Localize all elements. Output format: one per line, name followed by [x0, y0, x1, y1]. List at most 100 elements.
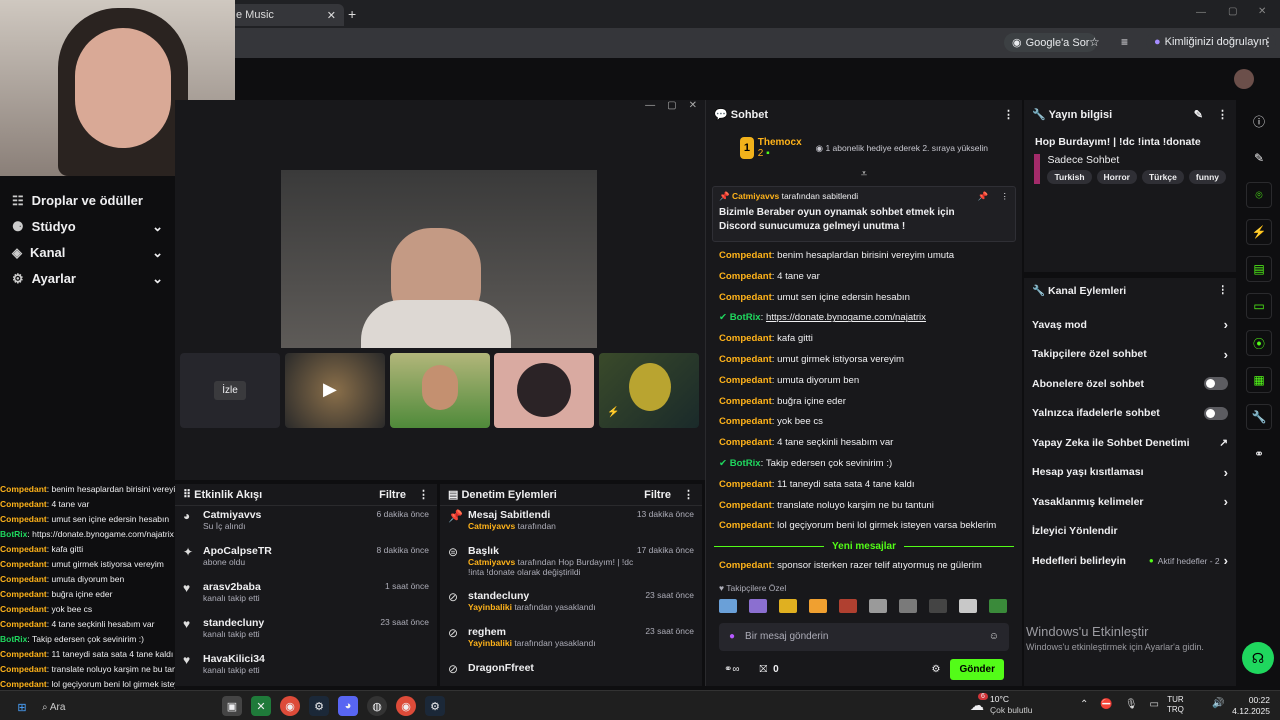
- chat-username[interactable]: BotRix: [730, 458, 761, 469]
- channel-action-item[interactable]: Abonelere özel sohbet: [1024, 369, 1236, 399]
- watch-button[interactable]: İzle: [214, 381, 246, 400]
- activity-menu-icon[interactable]: ⋮: [418, 489, 429, 501]
- chat-username[interactable]: Compedant: [719, 520, 772, 531]
- emote-5[interactable]: [839, 598, 857, 613]
- chat-message[interactable]: ✔ BotRix: https://donate.bynogame.com/na…: [706, 308, 1022, 329]
- thumbnail-guest-3[interactable]: [494, 353, 594, 428]
- mod-action-item[interactable]: ⊘ standecluny Yayinbaliki tarafından yasak…: [440, 587, 702, 623]
- activity-user[interactable]: ApoCalpseTR: [203, 545, 377, 557]
- pen-icon[interactable]: ✎: [1246, 145, 1272, 171]
- stream-tag[interactable]: Horror: [1096, 170, 1137, 184]
- mod-filter-button[interactable]: Filtre: [644, 489, 671, 501]
- nodes-icon[interactable]: ⚭: [1246, 441, 1272, 467]
- activity-item[interactable]: ♥ standecluny kanalı takip etti 23 saat önc…: [175, 614, 437, 650]
- mod-menu-icon[interactable]: ⋮: [683, 489, 694, 501]
- thumbnail-camera-off[interactable]: ▶: [285, 353, 385, 428]
- activity-user[interactable]: standecluny: [203, 617, 380, 629]
- gift-box-icon[interactable]: ⛝: [760, 664, 768, 675]
- layout-icon[interactable]: ▦: [1246, 367, 1272, 393]
- chat-username[interactable]: Compedant: [719, 292, 772, 303]
- emote-2[interactable]: [749, 598, 767, 613]
- chat-username[interactable]: Compedant: [719, 250, 772, 261]
- chat-message[interactable]: Compedant: buğra içine eder: [706, 392, 1022, 413]
- chat-message[interactable]: Compedant: umut girmek istiyorsa vereyim: [706, 350, 1022, 371]
- info-icon[interactable]: ⓘ: [1246, 108, 1272, 134]
- mod-action-item[interactable]: ⊘ reghem Yayinbaliki tarafından yasaklandı…: [440, 623, 702, 659]
- xbox-icon[interactable]: ✕: [251, 696, 271, 716]
- thumbnail-guest-4[interactable]: ⚡: [599, 353, 699, 428]
- bolt-icon[interactable]: ⚡: [1246, 219, 1272, 245]
- steam-2-icon[interactable]: ⚙: [425, 696, 445, 716]
- chat-username[interactable]: Compedant: [719, 500, 772, 511]
- activity-user[interactable]: arasv2baba: [203, 581, 385, 593]
- tray-app-icon[interactable]: ⛔: [1100, 699, 1112, 710]
- channel-action-item[interactable]: Hesap yaşı kısıtlaması ›: [1024, 458, 1236, 488]
- clock[interactable]: 00:22 4.12.2025: [1226, 695, 1270, 717]
- chevron-right-icon[interactable]: ›: [1224, 465, 1228, 480]
- stream-tag[interactable]: Turkish: [1047, 170, 1092, 184]
- chat-username[interactable]: Compedant: [719, 437, 772, 448]
- mod-action-item[interactable]: 📌 Mesaj Sabitlendi Catmiyavvs tarafından 13…: [440, 506, 702, 542]
- sidebar-item[interactable]: ☷ Droplar ve ödüller: [0, 188, 175, 214]
- maximize-icon[interactable]: ▢: [1228, 6, 1237, 17]
- identity-button[interactable]: ● Kimliğinizi doğrulayın: [1146, 33, 1276, 51]
- chrome-icon[interactable]: ◉: [280, 696, 300, 716]
- chevron-down-icon[interactable]: ⌄: [152, 219, 163, 235]
- chevron-right-icon[interactable]: ›: [1224, 317, 1228, 332]
- stream-info-menu-icon[interactable]: ⋮: [1217, 109, 1228, 121]
- chat-message[interactable]: Compedant: umut sen içine edersin hesabı…: [706, 288, 1022, 309]
- chat-username[interactable]: Compedant: [719, 271, 772, 282]
- tray-chevron-icon[interactable]: ⌃: [1080, 699, 1088, 710]
- scan-icon[interactable]: ⌾: [1246, 182, 1272, 208]
- send-button[interactable]: Gönder: [950, 659, 1004, 681]
- chevron-right-icon[interactable]: ›: [1224, 347, 1228, 362]
- leaderboard[interactable]: 1 Themocx 2 ▪ ◉ 1 abonelik hediye ederek…: [706, 128, 1022, 168]
- weather-widget[interactable]: ☁ 6 10°C Çok bulutlu: [970, 692, 1033, 716]
- stream-tag[interactable]: funny: [1188, 170, 1226, 184]
- chat-text[interactable]: https://donate.bynogame.com/najatrix: [766, 312, 926, 323]
- chat-message[interactable]: Compedant: sponsor isterken razer telif …: [706, 556, 1022, 577]
- channel-action-item[interactable]: Yapay Zeka ile Sohbet Denetimi ↗: [1024, 428, 1236, 458]
- emoji-icon[interactable]: ☺: [989, 631, 999, 642]
- chat-message[interactable]: Compedant: 4 tane seçkinli hesabım var: [706, 433, 1022, 454]
- tool-icon[interactable]: 🔧: [1246, 404, 1272, 430]
- sidebar-item[interactable]: ⚙ Ayarlar ⌄: [0, 266, 175, 292]
- emote-4[interactable]: [809, 598, 827, 613]
- emote-7[interactable]: [899, 598, 917, 613]
- toggle-switch[interactable]: [1204, 406, 1228, 420]
- broadcast-icon[interactable]: ⦿: [1246, 330, 1272, 356]
- input-language[interactable]: TUR TRQ: [1167, 695, 1184, 715]
- chevron-right-icon[interactable]: ›: [1224, 494, 1228, 509]
- new-tab-icon[interactable]: +: [348, 6, 356, 22]
- channel-actions-menu-icon[interactable]: ⋮: [1218, 284, 1229, 296]
- emote-8[interactable]: [929, 598, 947, 613]
- emote-1[interactable]: [719, 598, 737, 613]
- category-name[interactable]: Sadece Sohbet: [1047, 154, 1226, 166]
- channel-action-item[interactable]: Hedefleri belirleyin ● Aktif hedefler - 2 ›: [1024, 546, 1236, 576]
- collapse-icon[interactable]: ⩡: [706, 168, 1022, 182]
- chat-username[interactable]: Compedant: [719, 354, 772, 365]
- chat-username[interactable]: Compedant: [719, 560, 772, 571]
- chat-username[interactable]: Compedant: [719, 375, 772, 386]
- toggle-switch[interactable]: [1204, 377, 1228, 391]
- channel-action-item[interactable]: Yasaklanmış kelimeler ›: [1024, 487, 1236, 517]
- chat-message[interactable]: Compedant: umuta diyorum ben: [706, 371, 1022, 392]
- mod-action-item[interactable]: ⊜ Başlık Catmiyavvs tarafından Hop Burdayı…: [440, 542, 702, 587]
- chat-username[interactable]: Compedant: [719, 479, 772, 490]
- chat-message[interactable]: Compedant: translate noluyo karşim ne bu…: [706, 496, 1022, 517]
- tray-network-icon[interactable]: ▭: [1150, 699, 1159, 710]
- bookmark-star-icon[interactable]: ☆: [1089, 35, 1100, 49]
- files-icon[interactable]: ▣: [222, 696, 242, 716]
- preview-minimize-icon[interactable]: —: [645, 100, 655, 116]
- browser-menu-icon[interactable]: ⋮: [1262, 35, 1274, 49]
- activity-item[interactable]: ✦ ApoCalpseTR abone oldu 8 dakika önce: [175, 542, 437, 578]
- emote-3[interactable]: [779, 598, 797, 613]
- support-headset-icon[interactable]: ☊: [1242, 642, 1274, 674]
- chevron-down-icon[interactable]: ⌄: [152, 271, 163, 287]
- mod-action-author[interactable]: Catmiyavvs: [468, 557, 515, 567]
- chat-message[interactable]: Compedant: yok bee cs: [706, 412, 1022, 433]
- google-ask-button[interactable]: ◉ Google'a Sor: [1004, 33, 1098, 52]
- windows-start-icon[interactable]: ⊞: [12, 697, 32, 717]
- steam-icon[interactable]: ⚙: [309, 696, 329, 716]
- close-tab-icon[interactable]: ✕: [327, 9, 336, 22]
